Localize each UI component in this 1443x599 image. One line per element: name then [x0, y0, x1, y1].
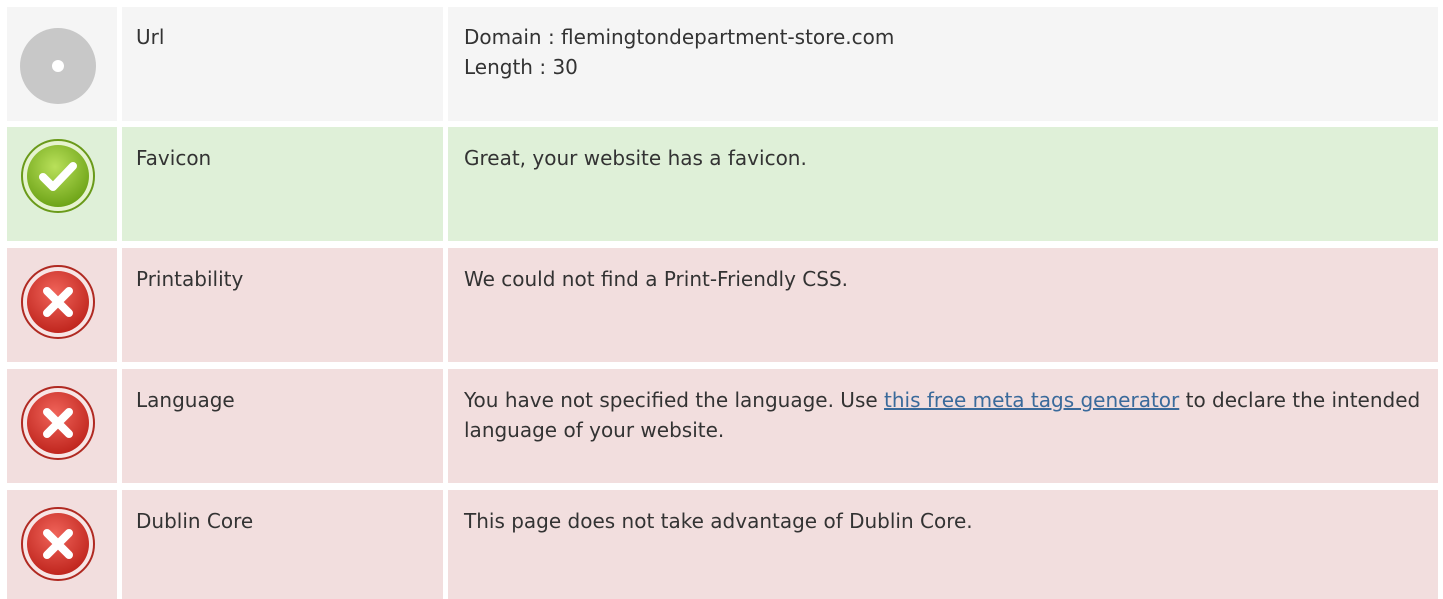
row-desc-cell: Great, your website has a favicon.: [448, 127, 1438, 241]
table-row-dublin-core: Dublin Core This page does not take adva…: [0, 490, 1443, 599]
printability-desc-text: We could not find a Print-Friendly CSS.: [464, 267, 849, 291]
meta-tags-generator-link[interactable]: this free meta tags generator: [884, 388, 1179, 412]
error-x-icon: [20, 264, 96, 340]
language-desc-text: You have not specified the language. Use: [464, 388, 885, 412]
row-name-printability: Printability: [136, 267, 244, 291]
error-x-icon: [20, 385, 96, 461]
table-row-language: Language You have not specified the lang…: [0, 369, 1443, 483]
row-icon-cell: [7, 127, 117, 241]
row-name-cell: Url: [122, 7, 443, 121]
url-domain-text: Domain : flemingtondepartment-store.com: [464, 25, 895, 49]
row-icon-cell: [7, 369, 117, 483]
url-length-text: Length : 30: [464, 55, 578, 79]
check-icon: [20, 138, 96, 214]
favicon-desc-text: Great, your website has a favicon.: [464, 146, 807, 170]
row-desc-cell: This page does not take advantage of Dub…: [448, 490, 1438, 599]
circle-neutral-icon: [20, 28, 96, 104]
row-name-cell: Dublin Core: [122, 490, 443, 599]
row-icon-cell: [7, 490, 117, 599]
row-desc-cell: You have not specified the language. Use…: [448, 369, 1438, 483]
table-row-url: Url Domain : flemingtondepartment-store.…: [0, 7, 1443, 121]
row-desc-cell: Domain : flemingtondepartment-store.com …: [448, 7, 1438, 121]
row-icon-cell: [7, 7, 117, 121]
row-name-cell: Favicon: [122, 127, 443, 241]
row-name-dublin-core: Dublin Core: [136, 509, 254, 533]
error-x-icon: [20, 506, 96, 582]
row-name-cell: Printability: [122, 248, 443, 362]
row-name-cell: Language: [122, 369, 443, 483]
row-name-language: Language: [136, 388, 235, 412]
table-row-favicon: Favicon Great, your website has a favico…: [0, 127, 1443, 241]
table-row-printability: Printability We could not find a Print-F…: [0, 248, 1443, 362]
row-name-url: Url: [136, 25, 165, 49]
row-icon-cell: [7, 248, 117, 362]
dublin-core-desc-text: This page does not take advantage of Dub…: [464, 509, 973, 533]
row-name-favicon: Favicon: [136, 146, 212, 170]
row-desc-cell: We could not find a Print-Friendly CSS.: [448, 248, 1438, 362]
